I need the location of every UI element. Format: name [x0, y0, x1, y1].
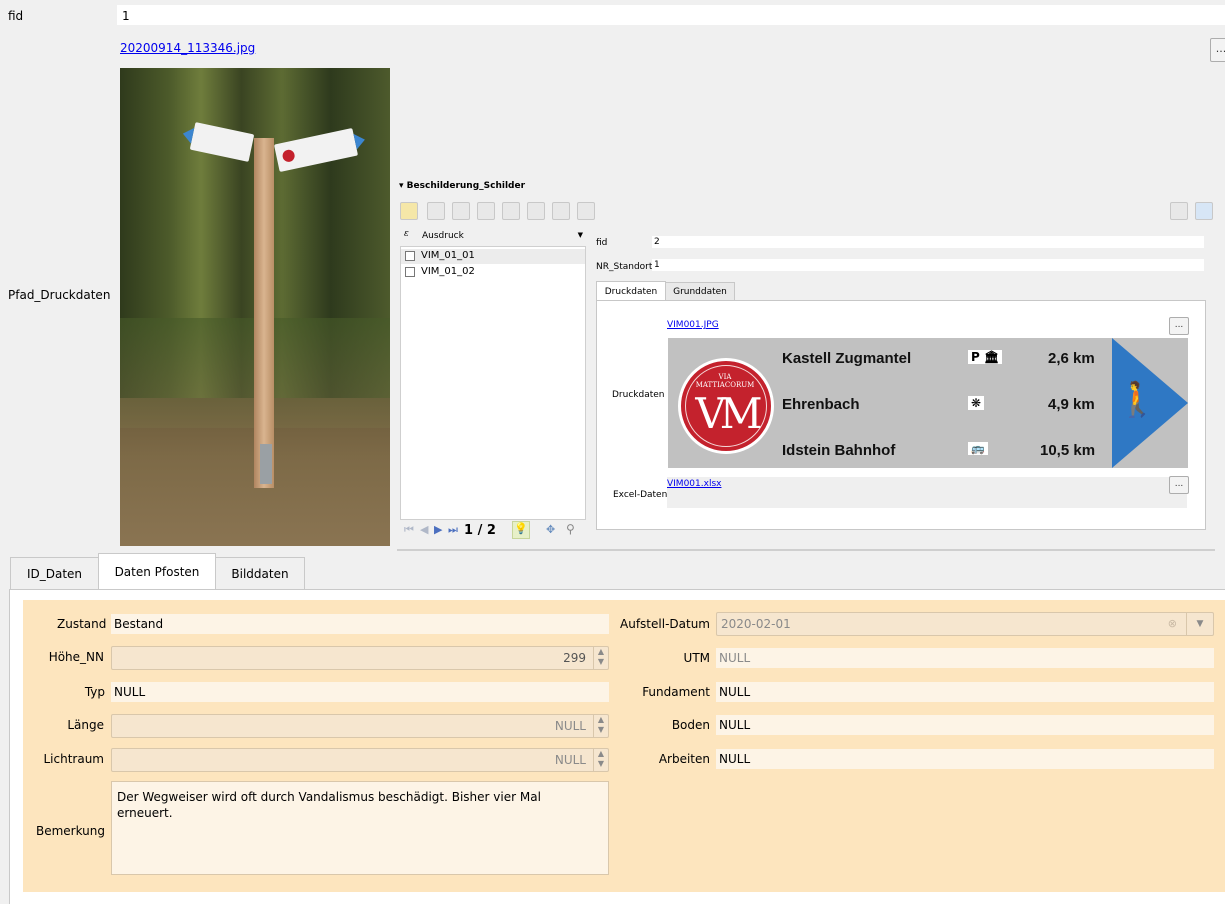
- fid-label: fid: [8, 9, 24, 23]
- spin-arrows-icon[interactable]: ▲ ▼: [593, 715, 608, 737]
- pager: ⏮ ◀ ▶ ⏭ 1 / 2 💡 ✥ ⚲: [400, 521, 586, 541]
- duplicate-icon[interactable]: [477, 202, 495, 220]
- boden-field[interactable]: NULL: [716, 715, 1214, 735]
- epsilon-icon: ε: [404, 229, 409, 239]
- zustand-field[interactable]: Bestand: [111, 614, 609, 634]
- sign-preview-image: VIA MATTIACORUM VM Kastell Zugmantel P 🏛…: [668, 338, 1188, 468]
- pan-icon[interactable]: ✥: [546, 523, 555, 536]
- add-feature-icon[interactable]: [452, 202, 470, 220]
- chevron-down-icon[interactable]: ▼: [1186, 613, 1213, 635]
- photo-browse-button[interactable]: ...: [1210, 38, 1225, 62]
- utm-label: UTM: [683, 651, 710, 665]
- tab-id-daten[interactable]: ID_Daten: [10, 557, 99, 591]
- last-page-icon[interactable]: ⏭: [448, 523, 458, 537]
- spin-arrows-icon[interactable]: ▲ ▼: [593, 749, 608, 771]
- druckdaten-label: Druckdaten: [612, 390, 665, 400]
- photo-file-link[interactable]: 20200914_113346.jpg: [120, 41, 255, 55]
- typ-label: Typ: [84, 685, 105, 699]
- hoehe-nn-spinbox[interactable]: 299 ▲ ▼: [111, 646, 609, 670]
- excel-file-link[interactable]: VIM001.xlsx: [667, 479, 721, 489]
- unlink-icon[interactable]: [552, 202, 570, 220]
- page-indicator: 1 / 2: [464, 523, 496, 538]
- tab-daten-pfosten[interactable]: Daten Pfosten: [98, 553, 216, 591]
- nr-standort-label: NR_Standort: [596, 262, 653, 272]
- list-item[interactable]: VIM_01_02: [401, 265, 585, 280]
- lichtraum-spinbox[interactable]: NULL ▲ ▼: [111, 748, 609, 772]
- fid-value: 1: [122, 9, 130, 23]
- nr-standort-field[interactable]: 1: [652, 259, 1204, 271]
- fid-field[interactable]: 1: [117, 5, 1225, 25]
- excel-daten-label: Excel-Daten: [613, 490, 668, 500]
- signpost-photo: [120, 68, 390, 546]
- lichtraum-label: Lichtraum: [43, 752, 104, 766]
- arbeiten-field[interactable]: NULL: [716, 749, 1214, 769]
- link-icon[interactable]: [527, 202, 545, 220]
- subform-header[interactable]: ▾ Beschilderung_Schilder: [399, 181, 525, 191]
- utm-field[interactable]: NULL: [716, 648, 1214, 668]
- chevron-down-icon: ▼: [577, 231, 583, 239]
- edit-pencil-icon[interactable]: [400, 202, 418, 220]
- bulb-icon[interactable]: 💡: [512, 521, 530, 539]
- boden-label: Boden: [671, 718, 710, 732]
- druckdaten-file-link[interactable]: VIM001.JPG: [667, 320, 719, 330]
- hiker-icon: 🚶: [1116, 380, 1159, 420]
- tab-grunddaten[interactable]: Grunddaten: [665, 282, 735, 302]
- excel-browse-button[interactable]: ...: [1169, 476, 1189, 494]
- zoom-icon[interactable]: ⚲: [566, 522, 575, 536]
- collapse-triangle-icon: ▾: [399, 181, 404, 191]
- subform-toolbar: [400, 200, 600, 220]
- zustand-label: Zustand: [57, 617, 107, 631]
- fundament-label: Fundament: [642, 685, 710, 699]
- feature-list: VIM_01_01 VIM_01_02: [400, 246, 586, 520]
- clear-icon[interactable]: ⊗: [1168, 617, 1177, 630]
- sub-fid-field[interactable]: 2: [652, 236, 1204, 248]
- sub-fid-label: fid: [596, 238, 608, 248]
- hoehe-nn-label: Höhe_NN: [48, 650, 104, 664]
- table-view-icon[interactable]: [1195, 202, 1213, 220]
- laenge-spinbox[interactable]: NULL ▲ ▼: [111, 714, 609, 738]
- save-icon[interactable]: [427, 202, 445, 220]
- next-page-icon[interactable]: ▶: [434, 523, 442, 536]
- expression-selector[interactable]: ε Ausdruck ▼: [400, 227, 585, 245]
- delete-icon[interactable]: [502, 202, 520, 220]
- zoom-feature-icon[interactable]: [577, 202, 595, 220]
- subform-title: Beschilderung_Schilder: [406, 181, 526, 191]
- form-view-icon[interactable]: [1170, 202, 1188, 220]
- list-item[interactable]: VIM_01_01: [401, 249, 585, 264]
- bemerkung-textarea[interactable]: Der Wegweiser wird oft durch Vandalismus…: [111, 781, 609, 875]
- via-mattiacorum-logo: VIA MATTIACORUM VM: [678, 358, 774, 454]
- bemerkung-label: Bemerkung: [35, 824, 105, 838]
- aufstell-datum-field[interactable]: 2020-02-01 ⊗ ▼: [716, 612, 1214, 636]
- first-page-icon[interactable]: ⏮: [404, 523, 414, 537]
- excel-daten-field: [667, 477, 1187, 508]
- typ-field[interactable]: NULL: [111, 682, 609, 702]
- aufstell-datum-label: Aufstell-Datum: [620, 617, 710, 631]
- druckdaten-browse-button[interactable]: ...: [1169, 317, 1189, 335]
- fundament-field[interactable]: NULL: [716, 682, 1214, 702]
- spin-arrows-icon[interactable]: ▲ ▼: [593, 647, 608, 669]
- laenge-label: Länge: [67, 718, 104, 732]
- prev-page-icon[interactable]: ◀: [420, 523, 428, 536]
- pfad-druckdaten-label: Pfad_Druckdaten: [8, 288, 111, 302]
- splitter[interactable]: [397, 549, 1215, 551]
- tab-bilddaten[interactable]: Bilddaten: [215, 557, 305, 591]
- arbeiten-label: Arbeiten: [658, 752, 710, 766]
